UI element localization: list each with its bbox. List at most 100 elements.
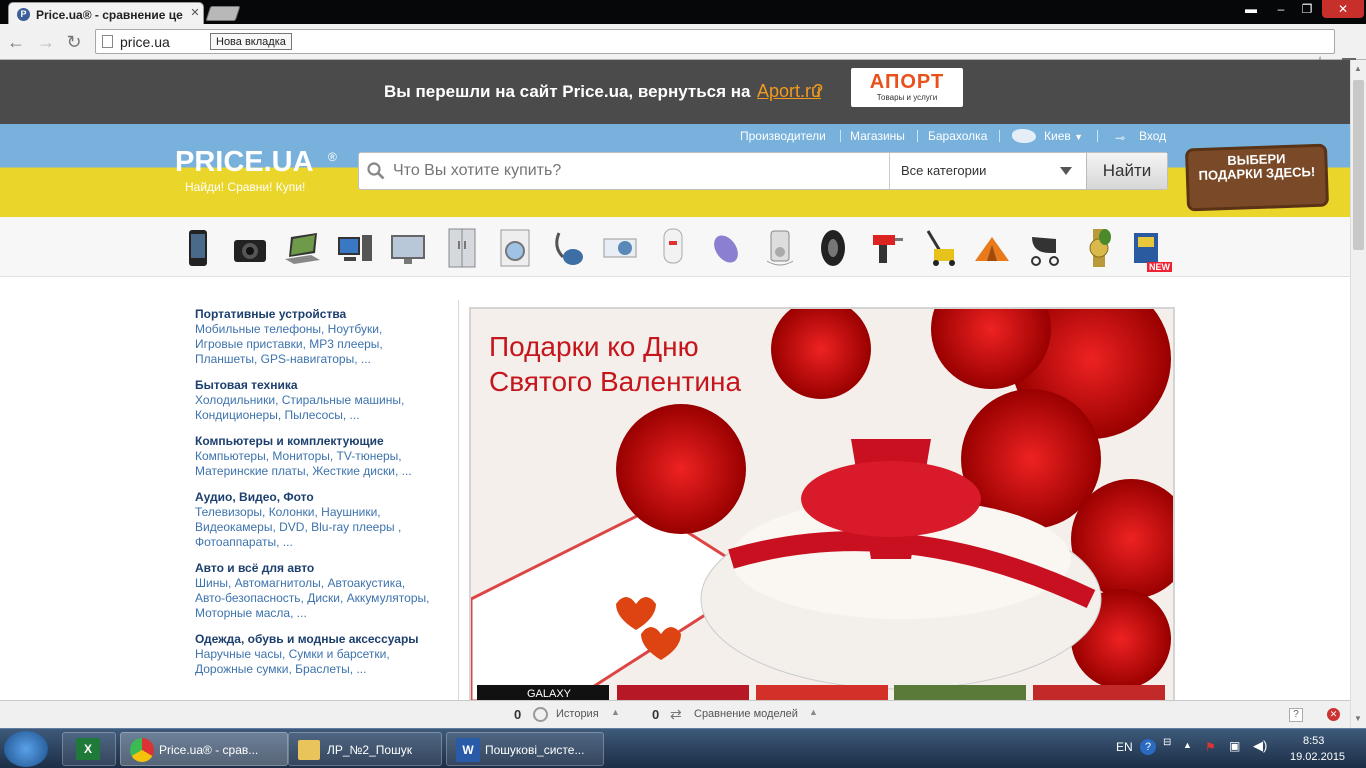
link-separator [1097, 130, 1098, 142]
excel-taskbar-button[interactable]: X [62, 732, 116, 766]
tire-icon[interactable] [814, 227, 852, 269]
washer-icon[interactable] [496, 227, 534, 269]
laptop-icon[interactable] [283, 227, 321, 269]
chrome-icon [130, 738, 154, 762]
menu-links-line[interactable]: Кондиционеры, Пылесосы, ... [195, 408, 455, 423]
reload-icon[interactable]: ↻ [64, 32, 84, 52]
compare-button[interactable]: Сравнение моделей [694, 708, 798, 720]
scrollbar-thumb[interactable] [1353, 80, 1364, 250]
menu-group: Компьютеры и комплектующие Компьютеры, Мо… [195, 434, 455, 479]
maximize-button[interactable]: ❐ [1294, 0, 1320, 18]
page-scrollbar[interactable]: ▲ ▼ [1350, 60, 1366, 728]
language-indicator[interactable]: EN [1116, 740, 1133, 754]
tab-close-icon[interactable]: ✕ [189, 7, 201, 19]
menu-group-title[interactable]: Компьютеры и комплектующие [195, 434, 455, 449]
back-arrow-icon[interactable]: ← [6, 32, 26, 52]
network-icon[interactable]: ▣ [1229, 739, 1240, 753]
volume-icon[interactable]: ◀) [1253, 738, 1267, 754]
chrome-taskbar-button[interactable]: Price.ua® - срав... [120, 732, 288, 766]
menu-group-title[interactable]: Бытовая техника [195, 378, 455, 393]
close-window-button[interactable]: ✕ [1322, 0, 1364, 18]
history-button[interactable]: История [556, 708, 599, 720]
monitor-icon[interactable] [389, 227, 427, 269]
aport-link[interactable]: Aport.ru [757, 81, 821, 102]
aport-logo[interactable]: АПОРТ Товары и услуги [851, 68, 963, 107]
watch-icon[interactable] [1079, 227, 1117, 269]
menu-links-line[interactable]: Планшеты, GPS-навигаторы, ... [195, 352, 455, 367]
stroller-icon[interactable] [1026, 227, 1064, 269]
epilator-icon[interactable] [707, 227, 745, 269]
find-button[interactable]: Найти [1086, 153, 1167, 189]
boiler-icon[interactable] [654, 227, 692, 269]
forward-arrow-icon[interactable]: → [36, 32, 56, 52]
drill-icon[interactable] [867, 227, 905, 269]
chevron-up-icon[interactable]: ▲ [809, 707, 818, 717]
menu-group-title[interactable]: Портативные устройства [195, 307, 455, 322]
menu-links-line[interactable]: Игровые приставки, MP3 плееры, [195, 337, 455, 352]
menu-links-line[interactable]: Фотоаппараты, ... [195, 535, 455, 550]
clock-time[interactable]: 8:53 [1303, 735, 1324, 747]
vacuum-icon[interactable] [549, 227, 587, 269]
menu-links-line[interactable]: Наручные часы, Сумки и барсетки, [195, 647, 455, 662]
category-select[interactable]: Все категории [889, 153, 1086, 189]
folder-taskbar-button[interactable]: ЛР_№2_Пошук [288, 732, 442, 766]
desktop-icon[interactable] [336, 227, 374, 269]
city-selector[interactable]: Киев ▼ [1044, 129, 1083, 143]
chevron-down-icon [1060, 167, 1072, 175]
valentine-promo-banner[interactable]: Подарки ко Дню Святого Валентина GALAXY [469, 307, 1175, 703]
tent-icon[interactable] [973, 227, 1011, 269]
start-button[interactable] [4, 731, 48, 767]
scroll-up-icon[interactable]: ▲ [1354, 64, 1362, 73]
help-icon[interactable]: ? [1289, 708, 1303, 722]
menu-links-line[interactable]: Телевизоры, Колонки, Наушники, [195, 505, 455, 520]
new-tab-button[interactable] [205, 6, 241, 21]
compare-icon: ⇄ [670, 706, 682, 722]
logo-registered-mark: ® [328, 150, 337, 164]
fridge-icon[interactable] [443, 227, 481, 269]
browser-tab-active[interactable]: P Price.ua® - сравнение це ✕ [8, 2, 204, 25]
menu-group-title[interactable]: Аудио, Видео, Фото [195, 490, 455, 505]
search-icon [367, 162, 385, 180]
minimize-button[interactable]: – [1268, 0, 1294, 18]
login-link[interactable]: Вход [1139, 129, 1166, 143]
link-flea-market[interactable]: Барахолка [928, 129, 987, 143]
mp3-icon[interactable] [761, 227, 799, 269]
menu-group-title[interactable]: Одежда, обувь и модные аксессуары [195, 632, 455, 647]
menu-links-line[interactable]: Моторные масла, ... [195, 606, 455, 621]
link-shops[interactable]: Магазины [850, 129, 905, 143]
menu-links-line[interactable]: Материнские платы, Жесткие диски, ... [195, 464, 455, 479]
close-icon[interactable]: ✕ [1327, 708, 1340, 721]
menu-group: Портативные устройства Мобильные телефоны… [195, 307, 455, 367]
url-text[interactable]: price.ua [120, 34, 170, 50]
scroll-down-icon[interactable]: ▼ [1354, 714, 1362, 723]
menu-links-line[interactable]: Дорожные сумки, Браслеты, ... [195, 662, 455, 677]
menu-group: Одежда, обувь и модные аксессуары Наручны… [195, 632, 455, 677]
camera-icon[interactable] [231, 227, 269, 269]
tray-expand-icon[interactable]: ▲ [1183, 740, 1192, 750]
flag-icon[interactable]: ⚑ [1205, 740, 1216, 754]
user-icon[interactable]: ▬ [1238, 0, 1264, 18]
extension-bar: 0 История ▲ 0 ⇄ Сравнение моделей ▲ ? ✕ [0, 700, 1350, 728]
chevron-up-icon[interactable]: ▲ [611, 707, 620, 717]
gift-promo-sign[interactable]: ВЫБЕРИ ПОДАРКИ ЗДЕСЬ! [1184, 143, 1330, 212]
promo-title-line1: Подарки ко Дню [489, 331, 699, 362]
windows-taskbar: X Price.ua® - срав... ЛР_№2_Пошук W Пошу… [0, 728, 1366, 768]
mower-icon[interactable] [920, 227, 958, 269]
menu-links-line[interactable]: Авто-безопасность, Диски, Аккумуляторы, [195, 591, 455, 606]
site-logo[interactable]: PRICE.UA [175, 146, 314, 179]
menu-links-line[interactable]: Компьютеры, Мониторы, TV-тюнеры, [195, 449, 455, 464]
help-tray-icon[interactable]: ? [1140, 739, 1156, 755]
link-vendors[interactable]: Производители [740, 129, 826, 143]
menu-group-title[interactable]: Авто и всё для авто [195, 561, 455, 576]
menu-links-line[interactable]: Видеокамеры, DVD, Blu-ray плееры , [195, 520, 455, 535]
site-tagline: Найди! Сравни! Купи! [185, 180, 306, 194]
menu-links-line[interactable]: Мобильные телефоны, Ноутбуки, [195, 322, 455, 337]
menu-links-line[interactable]: Холодильники, Стиральные машины, [195, 393, 455, 408]
clock-date[interactable]: 19.02.2015 [1290, 751, 1345, 763]
word-taskbar-button[interactable]: W Пошукові_систе... [446, 732, 604, 766]
menu-links-line[interactable]: Шины, Автомагнитолы, Автоакустика, [195, 576, 455, 591]
aircon-icon[interactable] [601, 227, 639, 269]
keyboard-icon[interactable]: ⊟ [1163, 737, 1171, 748]
phone-icon[interactable] [180, 227, 218, 269]
search-input[interactable] [393, 153, 883, 189]
